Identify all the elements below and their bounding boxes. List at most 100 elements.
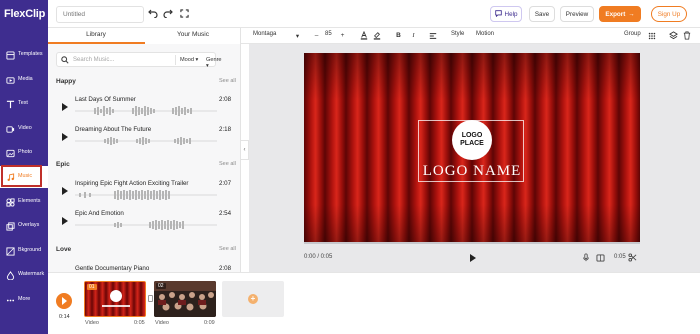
bold-icon[interactable]: B <box>394 31 403 40</box>
fullscreen-icon[interactable] <box>179 8 189 18</box>
motion-button[interactable]: Motion <box>476 31 494 37</box>
mood-filter-dropdown[interactable]: Mood ▾ <box>180 57 198 63</box>
nav-label: Overlays <box>18 222 40 228</box>
group-button[interactable]: Group <box>624 31 641 37</box>
text-color-icon[interactable] <box>359 31 368 40</box>
tab-your-music[interactable]: Your Music <box>145 31 240 38</box>
sign-up-button[interactable]: Sign Up <box>651 6 687 22</box>
add-clip-button[interactable]: + <box>222 281 284 317</box>
play-icon[interactable] <box>470 254 476 262</box>
style-button[interactable]: Style <box>451 31 464 37</box>
see-all-link-love[interactable]: See all <box>219 246 236 252</box>
nav-item-overlays[interactable]: Overlays <box>0 215 48 237</box>
sign-up-label: Sign Up <box>657 10 681 18</box>
library-tabs: Library Your Music <box>48 28 240 44</box>
nav-item-background[interactable]: Bkground <box>0 240 48 262</box>
waveform <box>75 220 217 230</box>
transition-icon[interactable] <box>148 295 153 302</box>
play-icon[interactable] <box>62 187 68 195</box>
category-title-love: Love <box>56 246 72 253</box>
font-size-value[interactable]: 85 <box>325 31 332 37</box>
nav-label: Templates <box>18 51 43 57</box>
left-nav: FlexClip Templates Media Text Video Phot… <box>0 0 48 334</box>
logo-placeholder[interactable]: LOGO PLACE <box>452 120 492 160</box>
help-button[interactable]: Help <box>490 6 522 22</box>
search-input[interactable]: Search Music... <box>73 57 114 63</box>
watermark-icon <box>5 270 15 280</box>
track-duration: 2:08 <box>219 96 232 103</box>
scissors-icon[interactable] <box>628 253 637 262</box>
nav-item-photo[interactable]: Photo <box>0 142 48 164</box>
logo-name-text[interactable]: LOGO NAME <box>304 163 640 180</box>
subtitles-icon[interactable] <box>596 253 605 262</box>
timeline-clip[interactable]: 01 <box>84 281 146 317</box>
nav-label: Photo <box>18 149 33 155</box>
nav-item-music[interactable]: Music <box>0 166 48 188</box>
increase-size-icon[interactable]: + <box>338 31 347 40</box>
grid-icon[interactable] <box>647 31 656 40</box>
redo-icon[interactable] <box>163 8 173 18</box>
project-title-input[interactable] <box>56 6 144 23</box>
nav-item-text[interactable]: Text <box>0 93 48 115</box>
undo-icon[interactable] <box>148 8 158 18</box>
music-library-panel: Library Your Music Search Music... Mood … <box>48 28 241 272</box>
timeline: 0:14 01 Video 0:05 02 Video 0:09 + <box>48 272 700 334</box>
waveform <box>75 190 217 200</box>
track-title: Gentle Documentary Piano <box>75 265 150 272</box>
save-button[interactable]: Save <box>529 6 555 22</box>
playback-progress-bar[interactable] <box>304 242 640 244</box>
track-duration: 2:18 <box>219 126 232 133</box>
layers-icon[interactable] <box>669 31 678 40</box>
align-icon[interactable] <box>428 31 437 40</box>
nav-item-more[interactable]: More <box>0 289 48 311</box>
playback-time: 0:00 / 0:05 <box>304 254 333 260</box>
play-icon[interactable] <box>62 103 68 111</box>
track-item[interactable]: Dreaming About The Future 2:18 <box>48 125 240 155</box>
play-icon[interactable] <box>62 217 68 225</box>
play-icon[interactable] <box>62 133 68 141</box>
nav-label: Elements <box>18 198 41 204</box>
track-item[interactable]: Last Days Of Summer 2:08 <box>48 95 240 125</box>
see-all-link-happy[interactable]: See all <box>219 78 236 84</box>
trash-icon[interactable] <box>682 31 691 40</box>
app-logo[interactable]: FlexClip <box>4 8 45 20</box>
arrow-right-icon: → <box>628 10 635 18</box>
video-icon <box>5 124 15 134</box>
video-stage[interactable]: LOGO PLACE LOGO NAME <box>304 53 640 242</box>
see-all-link-epic[interactable]: See all <box>219 161 236 167</box>
nav-item-elements[interactable]: Elements <box>0 191 48 213</box>
italic-icon[interactable]: I <box>409 31 418 40</box>
track-duration: 2:54 <box>219 210 232 217</box>
clip-duration-label: 0:05 <box>134 320 145 326</box>
preview-button[interactable]: Preview <box>560 6 594 22</box>
chevron-down-icon[interactable]: ▾ <box>293 31 302 40</box>
logo-place-line2: PLACE <box>460 140 484 147</box>
track-item[interactable]: Epic And Emotion 2:54 <box>48 209 240 239</box>
genre-filter-dropdown[interactable]: Genre ▾ <box>206 57 222 69</box>
highlight-color-icon[interactable] <box>372 31 381 40</box>
waveform <box>75 137 217 145</box>
collapse-panel-handle[interactable]: ‹ <box>241 140 249 160</box>
nav-item-video[interactable]: Video <box>0 118 48 140</box>
active-tab-indicator <box>48 42 145 44</box>
decrease-size-icon[interactable]: – <box>312 31 321 40</box>
microphone-icon[interactable] <box>581 253 590 262</box>
track-title: Last Days Of Summer <box>75 96 136 103</box>
timeline-clip[interactable]: 02 <box>154 281 216 317</box>
nav-item-templates[interactable]: Templates <box>0 44 48 66</box>
media-icon <box>5 75 15 85</box>
track-item[interactable]: Gentle Documentary Piano 2:08 <box>48 264 240 272</box>
timeline-play-button[interactable] <box>56 293 72 309</box>
nav-label: Media <box>18 76 33 82</box>
overlays-icon <box>5 221 15 231</box>
top-bar: Help Save Preview Export → Sign Up <box>48 0 700 28</box>
tab-library[interactable]: Library <box>48 31 144 38</box>
elements-icon <box>5 197 15 207</box>
track-item[interactable]: Inspiring Epic Fight Action Exciting Tra… <box>48 179 240 209</box>
nav-label: Music <box>18 173 33 179</box>
export-button[interactable]: Export → <box>599 6 641 22</box>
nav-item-media[interactable]: Media <box>0 69 48 91</box>
category-title-epic: Epic <box>56 161 70 168</box>
nav-item-watermark[interactable]: Watermark <box>0 264 48 286</box>
clip-type-label: Video <box>85 320 99 326</box>
